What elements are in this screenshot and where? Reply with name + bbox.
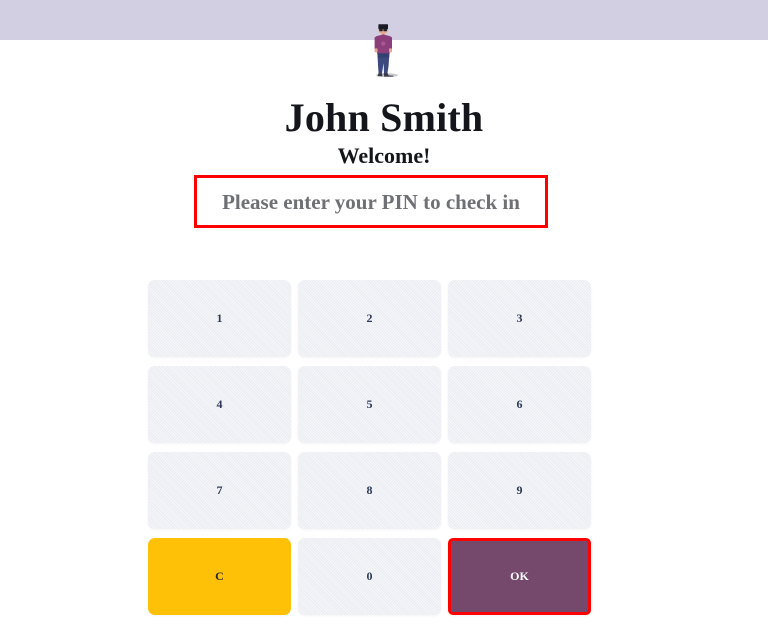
keypad-key-9[interactable]: 9	[448, 452, 591, 529]
keypad-key-3[interactable]: 3	[448, 280, 591, 357]
page-title: John Smith	[284, 95, 484, 140]
keypad-key-8[interactable]: 8	[298, 452, 441, 529]
keypad-key-7[interactable]: 7	[148, 452, 291, 529]
keypad-key-0[interactable]: 0	[298, 538, 441, 615]
pin-checkin-screen: John Smith Welcome! Please enter your PI…	[0, 0, 768, 637]
keypad-key-4[interactable]: 4	[148, 366, 291, 443]
keypad-key-1[interactable]: 1	[148, 280, 291, 357]
keypad-key-2[interactable]: 2	[298, 280, 441, 357]
pin-prompt-text: Please enter your PIN to check in	[222, 189, 520, 214]
pin-prompt-box: Please enter your PIN to check in	[194, 175, 548, 228]
keypad-key-ok[interactable]: OK	[448, 538, 591, 615]
avatar	[0, 22, 768, 78]
standing-person-avatar-icon	[374, 24, 398, 78]
keypad-key-6[interactable]: 6	[448, 366, 591, 443]
welcome-subtitle: Welcome!	[337, 143, 431, 168]
keypad-key-clear[interactable]: C	[148, 538, 291, 615]
keypad-key-5[interactable]: 5	[298, 366, 441, 443]
pin-keypad: 1 2 3 4 5 6 7 8 9 C 0 OK	[148, 280, 591, 615]
